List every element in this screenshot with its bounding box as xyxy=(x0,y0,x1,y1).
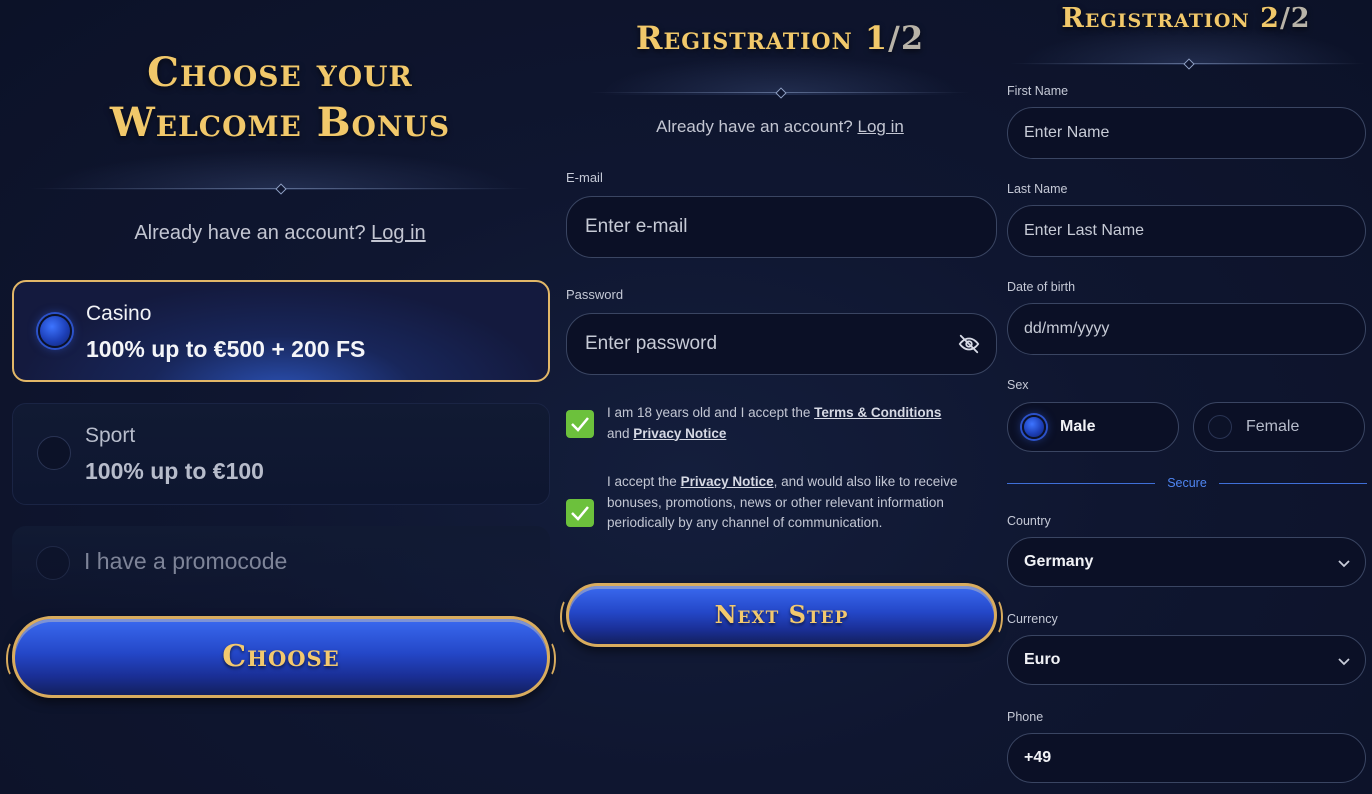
login-prompt-text: Already have an account? xyxy=(134,222,366,244)
secure-label: Secure xyxy=(1167,476,1207,490)
marketing-consent-text: I accept the Privacy Notice, and would a… xyxy=(607,472,987,534)
sex-option-male[interactable]: Male xyxy=(1007,402,1179,452)
sex-female-label: Female xyxy=(1246,418,1300,435)
chevron-down-icon xyxy=(1338,560,1350,568)
bonus-title: Choose your Welcome Bonus xyxy=(0,48,560,148)
privacy-link[interactable]: Privacy Notice xyxy=(681,474,774,489)
sex-label: Sex xyxy=(1007,378,1029,392)
privacy-link[interactable]: Privacy Notice xyxy=(633,426,726,441)
promocode-option[interactable]: I have a promocode xyxy=(12,526,550,606)
dob-label: Date of birth xyxy=(1007,280,1076,294)
choose-button-label: Choose xyxy=(222,639,340,674)
bonus-option-name: Casino xyxy=(86,302,152,325)
sex-option-female[interactable]: Female xyxy=(1193,402,1365,452)
check-icon xyxy=(571,506,589,521)
email-field[interactable] xyxy=(566,196,997,258)
bonus-option-casino[interactable]: Casino 100% up to €500 + 200 FS xyxy=(12,280,550,382)
choose-button[interactable]: Choose xyxy=(6,616,556,698)
country-select[interactable]: Germany xyxy=(1007,537,1366,587)
radio-icon[interactable] xyxy=(1022,415,1046,439)
registration1-title-main: Registration 1 xyxy=(635,19,889,57)
sex-male-label: Male xyxy=(1060,418,1096,435)
bonus-option-offer: 100% up to €100 xyxy=(85,458,264,484)
radio-icon[interactable] xyxy=(38,314,72,348)
bonus-option-offer: 100% up to €500 + 200 FS xyxy=(86,336,366,362)
login-prompt: Already have an account? Log in xyxy=(560,117,1000,137)
promocode-label: I have a promocode xyxy=(84,548,288,574)
password-label: Password xyxy=(566,287,624,302)
email-label: E-mail xyxy=(566,170,603,185)
phone-label: Phone xyxy=(1007,710,1044,724)
next-step-label: Next Step xyxy=(714,600,849,629)
country-label: Country xyxy=(1007,514,1051,528)
currency-select[interactable]: Euro xyxy=(1007,635,1366,685)
phone-prefix: +49 xyxy=(1024,749,1052,766)
terms-link[interactable]: Terms & Conditions xyxy=(814,405,941,420)
radio-icon[interactable] xyxy=(37,436,71,470)
login-link[interactable]: Log in xyxy=(858,117,904,136)
heading-divider xyxy=(1010,58,1365,70)
chevron-down-icon xyxy=(1338,658,1350,666)
consent-text: I accept the xyxy=(607,474,677,489)
phone-field[interactable]: +49 xyxy=(1007,733,1366,783)
registration1-title-fraction: /2 xyxy=(888,19,925,57)
registration-step1-panel: Registration 1/2 Already have an account… xyxy=(560,0,1000,794)
first-name-field[interactable] xyxy=(1007,107,1366,159)
bonus-option-name: Sport xyxy=(85,424,136,447)
login-prompt-text: Already have an account? xyxy=(656,117,853,136)
consent-text: and xyxy=(607,425,630,441)
first-name-label: First Name xyxy=(1007,84,1069,98)
bonus-title-line1: Choose your xyxy=(147,49,413,96)
radio-icon[interactable] xyxy=(36,546,70,580)
secure-separator: Secure xyxy=(1007,476,1367,492)
password-field[interactable] xyxy=(566,313,997,375)
heading-divider xyxy=(30,183,530,195)
terms-checkbox[interactable] xyxy=(566,410,594,438)
next-step-button[interactable]: Next Step xyxy=(560,583,1003,647)
login-prompt: Already have an account? Log in xyxy=(0,222,560,245)
currency-value: Euro xyxy=(1024,651,1061,668)
check-icon xyxy=(571,417,589,432)
bonus-title-line2: Welcome Bonus xyxy=(109,99,451,146)
country-value: Germany xyxy=(1024,553,1094,570)
login-link[interactable]: Log in xyxy=(371,222,426,244)
radio-icon[interactable] xyxy=(1208,415,1232,439)
dob-field[interactable] xyxy=(1007,303,1366,355)
last-name-field[interactable] xyxy=(1007,205,1366,257)
last-name-label: Last Name xyxy=(1007,182,1068,196)
welcome-bonus-panel: Choose your Welcome Bonus Already have a… xyxy=(0,0,560,794)
registration1-title: Registration 1/2 xyxy=(560,16,1000,60)
consent-text: I am 18 years old and I accept the xyxy=(607,405,811,420)
currency-label: Currency xyxy=(1007,612,1058,626)
bonus-option-sport[interactable]: Sport 100% up to €100 xyxy=(12,403,550,505)
terms-consent-text: I am 18 years old and I accept the Terms… xyxy=(607,403,987,444)
marketing-checkbox[interactable] xyxy=(566,499,594,527)
eye-off-icon[interactable] xyxy=(958,333,980,355)
heading-divider xyxy=(590,87,970,99)
